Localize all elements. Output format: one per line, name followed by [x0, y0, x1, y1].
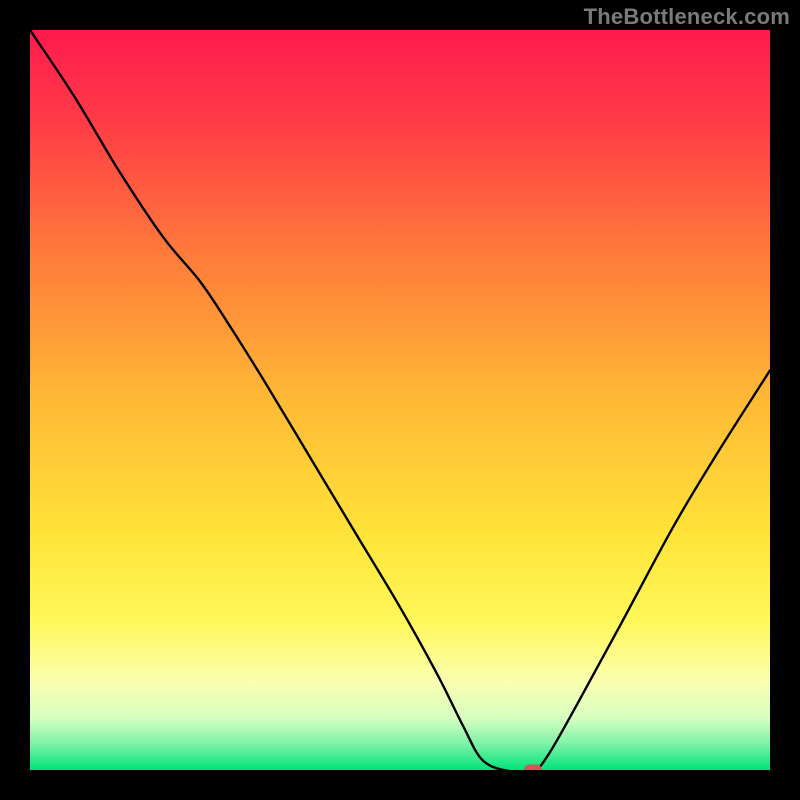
optimal-point-marker	[524, 765, 542, 771]
plot-area	[30, 30, 770, 770]
bottleneck-curve	[30, 30, 770, 770]
chart-frame: TheBottleneck.com	[0, 0, 800, 800]
watermark-text: TheBottleneck.com	[584, 4, 790, 30]
